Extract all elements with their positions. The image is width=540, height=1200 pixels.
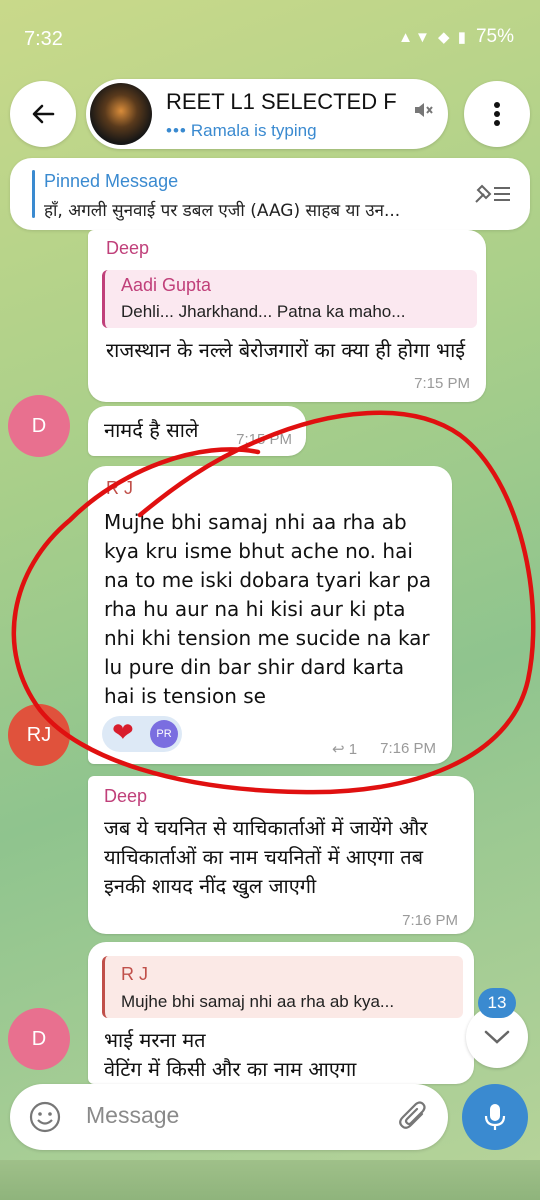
- pinned-accent-bar: [32, 170, 35, 218]
- mic-icon: [484, 1104, 506, 1130]
- emoji-icon[interactable]: [28, 1100, 62, 1134]
- message-input-bar: Message: [10, 1084, 448, 1150]
- pinned-text: हाँ, अगली सुनवाई पर डबल एजी (AAG) साहब य…: [44, 201, 401, 221]
- message-text: नामर्द है साले: [104, 418, 199, 442]
- typing-text: Ramala is typing: [190, 121, 317, 140]
- typing-status: ••• Ramala is typing: [166, 121, 317, 141]
- message-text: जब ये चयनित से याचिकार्ताओं में जायेंगे …: [104, 816, 428, 898]
- status-time: 7:32: [24, 28, 63, 50]
- reaction-user-avatar: PR: [150, 720, 178, 748]
- avatar[interactable]: D: [8, 1008, 70, 1070]
- message-bubble[interactable]: R J Mujhe bhi samaj nhi aa rha ab kya...…: [88, 942, 474, 1084]
- group-title: REET L1 SELECTED F: [166, 89, 397, 114]
- message-time: 7:15 PM: [236, 431, 292, 448]
- message-text: Mujhe bhi samaj nhi aa rha ab kya kru is…: [104, 510, 432, 708]
- message-time: 7:16 PM: [380, 740, 436, 757]
- sender-name: Deep: [104, 786, 148, 806]
- battery-level: 75%: [475, 26, 514, 47]
- chevron-down-icon: [484, 1030, 510, 1044]
- message-bubble[interactable]: Deep जब ये चयनित से याचिकार्ताओं में जाय…: [88, 776, 474, 934]
- quoted-reply[interactable]: R J Mujhe bhi samaj nhi aa rha ab kya...: [102, 956, 463, 1018]
- message-text: भाई मरना मत वेटिंग में किसी और का नाम आए…: [104, 1028, 357, 1081]
- back-arrow-icon: [32, 104, 55, 124]
- chat-header: REET L1 SELECTED F ••• Ramala is typing: [0, 76, 540, 156]
- typing-dots-icon: •••: [166, 121, 187, 140]
- unread-count-badge: 13: [478, 988, 516, 1018]
- background-strip: [0, 1160, 540, 1200]
- back-button[interactable]: [10, 81, 76, 147]
- group-avatar[interactable]: [90, 83, 152, 145]
- more-options-button[interactable]: [464, 81, 530, 147]
- message-text: राजस्थान के नल्ले बेरोजगारों का क्या ही …: [106, 338, 466, 362]
- message-input[interactable]: Message: [86, 1102, 179, 1129]
- reaction-chip[interactable]: ❤ PR: [102, 716, 182, 752]
- avatar[interactable]: RJ: [8, 704, 70, 766]
- reply-sender: Aadi Gupta: [121, 275, 212, 295]
- status-bar: 7:32 ▲▼ ◆ ▮ 75%: [0, 0, 540, 70]
- reply-sender: R J: [121, 964, 148, 984]
- chat-title-pill[interactable]: REET L1 SELECTED F ••• Ramala is typing: [86, 79, 448, 149]
- status-icons-group: ▲▼ ◆ ▮ 75%: [398, 26, 514, 48]
- message-bubble[interactable]: Deep Aadi Gupta Dehli... Jharkhand... Pa…: [88, 230, 486, 402]
- mute-icon: [415, 103, 433, 117]
- reply-count[interactable]: ↩ 1: [332, 740, 357, 758]
- message-time: 7:16 PM: [402, 912, 458, 929]
- unpin-list-icon[interactable]: [472, 180, 512, 208]
- pinned-message-bar[interactable]: Pinned Message हाँ, अगली सुनवाई पर डबल ए…: [10, 158, 530, 230]
- heart-reaction-icon: ❤: [112, 718, 134, 748]
- avatar[interactable]: D: [8, 395, 70, 457]
- sender-name: Deep: [106, 238, 150, 258]
- more-vertical-icon: [494, 102, 500, 126]
- message-time: 7:15 PM: [414, 375, 470, 392]
- quoted-reply[interactable]: Aadi Gupta Dehli... Jharkhand... Patna k…: [102, 270, 477, 328]
- reply-text: Mujhe bhi samaj nhi aa rha ab kya...: [121, 992, 395, 1011]
- pinned-title: Pinned Message: [44, 171, 179, 191]
- attach-icon[interactable]: [398, 1100, 430, 1134]
- signal-wifi-icons: ▲▼ ◆ ▮: [398, 29, 468, 46]
- sender-name: R J: [106, 478, 133, 498]
- mic-button[interactable]: [462, 1084, 528, 1150]
- message-bubble[interactable]: नामर्द है साले 7:15 PM: [88, 406, 306, 456]
- reply-text: Dehli... Jharkhand... Patna ka maho...: [121, 302, 406, 321]
